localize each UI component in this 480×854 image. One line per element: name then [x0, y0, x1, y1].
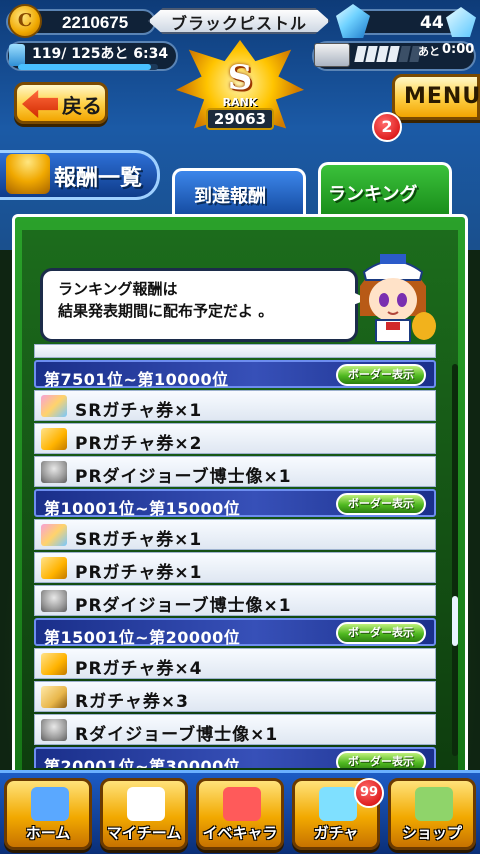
- gacha-notification-badge: 99: [354, 778, 384, 808]
- reward-item-row: Rガチャ券×3: [34, 681, 436, 712]
- nav-label: ガチャ: [313, 824, 359, 842]
- back-button-label: 戻る: [62, 94, 102, 118]
- reward-item-label: SRガチャ券×1: [75, 530, 203, 550]
- rank-range-header: 第15001位~第20000位 ボーダー表示: [34, 618, 436, 647]
- reward-item-row: PRガチャ券×1: [34, 552, 436, 583]
- menu-button-label: MENU: [404, 84, 480, 109]
- shop-icon: [415, 787, 453, 821]
- reward-item-row: PRガチャ券×4: [34, 648, 436, 679]
- scrollbar-track[interactable]: [452, 364, 458, 756]
- speech-line-1: ランキング報酬は: [58, 280, 178, 298]
- reward-item-label: PRガチャ券×4: [75, 659, 203, 679]
- show-border-button[interactable]: ボーダー表示: [336, 493, 426, 515]
- menu-notification-badge: 2: [372, 112, 402, 142]
- nav-label: ホーム: [25, 824, 71, 842]
- rank-range-header: 第20001位~第30000位 ボーダー表示: [34, 747, 436, 768]
- team-icon: [127, 787, 165, 821]
- statue-icon: [41, 719, 67, 741]
- stamina-icon: [9, 44, 25, 66]
- reward-item-row: PRダイジョーブ博士像×1: [34, 456, 436, 487]
- nav-label: マイチーム: [106, 824, 182, 842]
- reward-item-row: Rダイジョーブ博士像×1: [34, 714, 436, 745]
- nav-event-chara[interactable]: イベキャラ: [196, 778, 284, 850]
- reward-item-label: PRダイジョーブ博士像×1: [75, 596, 292, 616]
- stamina-bar-fill: [18, 64, 152, 70]
- coin-icon: C: [8, 4, 42, 38]
- reward-item-label: PRダイジョーブ博士像×1: [75, 467, 292, 487]
- nav-team[interactable]: マイチーム: [100, 778, 188, 850]
- reward-item-row: SRガチャ券×1: [34, 519, 436, 550]
- gacha-ticket-icon: [41, 686, 67, 708]
- tab-achievement-label: 到達報酬: [194, 186, 266, 207]
- show-border-button[interactable]: ボーダー表示: [336, 364, 426, 386]
- reward-list-label: 報酬一覧: [54, 166, 143, 191]
- statue-icon: [41, 461, 67, 483]
- reward-item-label: SRガチャ券×1: [75, 401, 203, 421]
- gacha-icon: [319, 787, 357, 821]
- nav-label: イベキャラ: [202, 824, 278, 842]
- reward-item-label: PRガチャ券×1: [75, 563, 203, 583]
- home-icon: [31, 787, 69, 821]
- ticket-icon: [314, 43, 350, 67]
- tab-ranking-label: ランキング: [328, 184, 418, 205]
- nav-home[interactable]: ホーム: [4, 778, 92, 850]
- coin-stack-icon: [6, 154, 50, 194]
- stamina-bar: [18, 64, 158, 70]
- reward-item-label: Rダイジョーブ博士像×1: [75, 725, 279, 745]
- gacha-ticket-icon: [41, 557, 67, 579]
- ticket-ato: あと: [418, 45, 440, 58]
- rank-range-header: 第10001位~第15000位 ボーダー表示: [34, 489, 436, 518]
- reward-item-row: PRガチャ券×2: [34, 423, 436, 454]
- gacha-ticket-icon: [41, 428, 67, 450]
- rank-range-header: 第7501位~第10000位 ボーダー表示: [34, 360, 436, 389]
- gacha-ticket-icon: [41, 653, 67, 675]
- speech-line-2: 結果発表期間に配布予定だよ 。: [58, 302, 274, 320]
- rank-range-title: 第20001位~第30000位: [44, 757, 241, 768]
- reward-item-label: Rガチャ券×3: [75, 692, 189, 712]
- event-chara-icon: [223, 787, 261, 821]
- rank-value: 29063: [213, 110, 267, 128]
- statue-icon: [41, 590, 67, 612]
- scrollbar-thumb[interactable]: [452, 596, 458, 646]
- reward-item-row: SRガチャ券×1: [34, 390, 436, 421]
- show-border-button[interactable]: ボーダー表示: [336, 622, 426, 644]
- reward-item-row: PRダイジョーブ博士像×1: [34, 585, 436, 616]
- reward-item-label: PRガチャ券×2: [75, 434, 203, 454]
- player-name: ブラックピストル: [170, 14, 307, 33]
- ticket-time: 0:00: [442, 42, 475, 57]
- gacha-ticket-icon: [41, 524, 67, 546]
- list-item-partial: [34, 344, 436, 358]
- rank-range-title: 第10001位~第15000位: [44, 499, 241, 518]
- gacha-ticket-icon: [41, 395, 67, 417]
- ranking-reward-list[interactable]: 第7501位~第10000位 ボーダー表示 SRガチャ券×1 PRガチャ券×2 PRダイ…: [34, 344, 436, 768]
- rank-letter: S: [227, 58, 253, 98]
- rank-range-title: 第15001位~第20000位: [44, 628, 241, 647]
- stamina-text: 119/ 125あと 6:34: [32, 46, 169, 62]
- coin-value: 2210675: [62, 13, 129, 32]
- nav-label: ショップ: [401, 824, 462, 842]
- guide-character: [360, 254, 436, 342]
- rank-range-title: 第7501位~第10000位: [44, 370, 229, 389]
- nav-shop[interactable]: ショップ: [388, 778, 476, 850]
- gem-value: 44: [420, 13, 444, 33]
- show-border-button[interactable]: ボーダー表示: [336, 751, 426, 768]
